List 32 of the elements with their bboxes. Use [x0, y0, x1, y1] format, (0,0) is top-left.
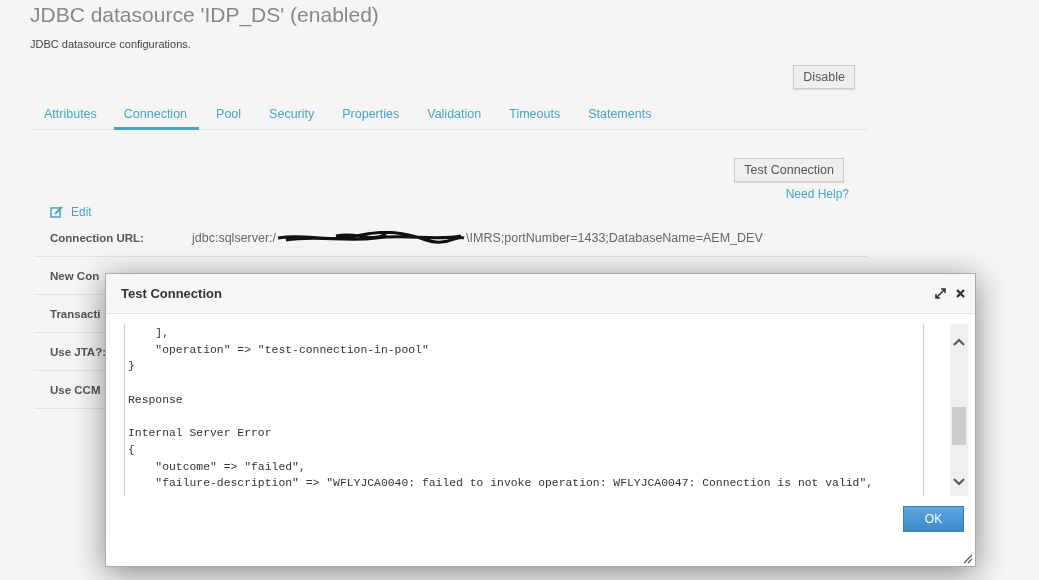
maximize-icon[interactable]: [935, 288, 946, 299]
resize-grip-icon[interactable]: [963, 554, 973, 564]
tab[interactable]: Pool: [205, 107, 253, 130]
scrollbar-thumb[interactable]: [952, 407, 966, 445]
dialog-title: Test Connection: [121, 286, 223, 301]
page-title: JDBC datasource 'IDP_DS' (enabled): [30, 2, 380, 28]
field-label: Connection URL:: [50, 231, 144, 244]
scroll-down-icon[interactable]: [953, 478, 965, 486]
field-value: \IMRS;portNumber=1433;DatabaseName=AEM_DEV: [466, 230, 763, 245]
tab[interactable]: Properties: [331, 107, 411, 130]
ok-button[interactable]: OK: [903, 506, 964, 532]
tab[interactable]: Validation: [416, 107, 493, 130]
disable-button[interactable]: Disable: [793, 65, 855, 89]
scrollbar[interactable]: [950, 324, 968, 496]
field-label: Use CCM: [50, 383, 101, 396]
close-icon[interactable]: [956, 289, 965, 298]
field-label: New Con: [50, 269, 100, 282]
test-connection-button[interactable]: Test Connection: [734, 158, 844, 182]
response-log: ], "operation" => "test-connection-in-pool" } Response Internal Server Error { "outcome" => "failed", "failure-description" => "WFLYJCA0040: failed to invoke operation: WFLYJCA0047: Connection is not valid",: [127, 326, 875, 492]
field-label: Use JTA?:: [50, 345, 107, 358]
field-value: jdbc:sqlserver:/: [192, 230, 277, 245]
tab[interactable]: Timeouts: [498, 107, 572, 130]
scroll-up-icon[interactable]: [953, 338, 965, 346]
page-subtitle: JDBC datasource configurations.: [30, 38, 192, 50]
edit-link[interactable]: Edit: [71, 205, 92, 219]
field-label: Transacti: [50, 307, 101, 320]
tab[interactable]: Attributes: [30, 107, 108, 130]
help-link[interactable]: Need Help?: [785, 187, 849, 201]
tab[interactable]: Connection: [113, 107, 200, 130]
tab[interactable]: Security: [258, 107, 326, 130]
edit-icon[interactable]: [50, 206, 63, 218]
tab[interactable]: Statements: [577, 107, 663, 130]
